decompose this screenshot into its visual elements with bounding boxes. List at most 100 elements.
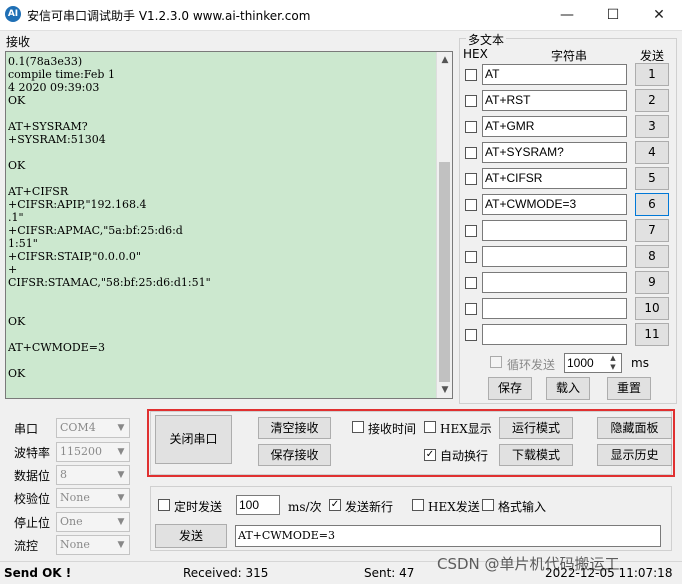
multi-text-value: AT+RST [485,93,531,107]
multi-text-value: AT+CWMODE=3 [485,197,577,211]
highlight-frame [147,409,675,477]
parity-value: None [60,491,90,504]
multi-text-value: AT+CIFSR [485,171,543,185]
multi-text-input[interactable] [482,272,627,293]
multi-send-button[interactable]: 10 [635,297,669,320]
hex-send-checkbox[interactable] [412,499,424,511]
port-select[interactable]: COM4 ▼ [56,418,130,438]
loop-unit-label: ms [631,356,649,370]
multi-text-value: AT+SYSRAM? [485,145,564,159]
multi-send-button[interactable]: 9 [635,271,669,294]
multi-send-button[interactable]: 4 [635,141,669,164]
hex-checkbox[interactable] [465,251,477,263]
scrollbar-thumb[interactable] [439,162,450,382]
close-icon[interactable]: ✕ [636,0,682,30]
receive-text: 0.1(78a3e33) compile time:Feb 1 4 2020 0… [8,55,211,380]
parity-select[interactable]: None ▼ [56,488,130,508]
hex-checkbox[interactable] [465,95,477,107]
send-button[interactable]: 发送 [155,524,227,548]
chevron-down-icon: ▼ [117,540,125,550]
timed-interval-input[interactable]: 100 [236,495,280,515]
hex-checkbox[interactable] [465,121,477,133]
multi-text-value: AT+GMR [485,119,535,133]
multi-text-input[interactable]: AT+CWMODE=3 [482,194,627,215]
hex-checkbox[interactable] [465,277,477,289]
chevron-down-icon: ▼ [117,470,125,480]
databits-value: 8 [60,468,67,481]
baud-value: 115200 [60,445,102,458]
loop-interval-value: 1000 [567,356,594,370]
hex-send-label: HEX发送 [428,500,480,514]
hex-checkbox[interactable] [465,199,477,211]
multi-send-button[interactable]: 7 [635,219,669,242]
multi-send-button[interactable]: 3 [635,115,669,138]
flow-select[interactable]: None ▼ [56,535,130,555]
flow-value: None [60,538,90,551]
loop-send-label: 循环发送 [507,358,556,372]
multi-text-input[interactable] [482,220,627,241]
multi-send-button[interactable]: 1 [635,63,669,86]
multi-text-input[interactable] [482,324,627,345]
received-count: Received: 315 [183,566,269,580]
chevron-down-icon: ▼ [117,423,125,433]
send-newline-checkbox[interactable] [329,499,341,511]
maximize-icon[interactable]: ☐ [590,0,636,30]
scroll-down-icon[interactable]: ▼ [437,382,453,398]
reset-multi-button[interactable]: 重置 [607,377,651,400]
multi-text-input[interactable]: AT [482,64,627,85]
send-newline-label: 发送新行 [345,500,394,514]
multi-text-input[interactable]: AT+SYSRAM? [482,142,627,163]
multi-text-value: AT [485,67,500,81]
chevron-down-icon: ▼ [117,517,125,527]
hex-checkbox[interactable] [465,225,477,237]
multi-send-button[interactable]: 6 [635,193,669,216]
send-status: Send OK ! [4,566,72,580]
timed-interval-unit: ms/次 [288,500,322,514]
multi-send-button[interactable]: 2 [635,89,669,112]
chevron-down-icon: ▼ [117,493,125,503]
receive-textarea[interactable]: 0.1(78a3e33) compile time:Feb 1 4 2020 0… [5,51,453,399]
multi-text-input[interactable] [482,246,627,267]
loop-interval-spinner-icon[interactable]: ▲ ▼ [606,354,620,372]
stopbits-value: One [60,515,83,528]
flow-label: 流控 [14,539,39,553]
multi-send-button[interactable]: 8 [635,245,669,268]
multi-text-input[interactable]: AT+GMR [482,116,627,137]
client-area: 接收 0.1(78a3e33) compile time:Feb 1 4 202… [0,30,682,561]
multi-send-button[interactable]: 11 [635,323,669,346]
send-column-header: 发送 [640,49,665,63]
window-title: 安信可串口调试助手 V1.2.3.0 www.ai-thinker.com [27,9,311,23]
stopbits-label: 停止位 [14,516,51,530]
title-bar: AI 安信可串口调试助手 V1.2.3.0 www.ai-thinker.com… [0,0,682,30]
send-input[interactable]: AT+CWMODE=3 [235,525,661,547]
hex-checkbox[interactable] [465,173,477,185]
databits-label: 数据位 [14,469,51,483]
hex-checkbox[interactable] [465,69,477,81]
scroll-up-icon[interactable]: ▲ [437,52,453,68]
multi-text-input[interactable]: AT+CIFSR [482,168,627,189]
multi-text-input[interactable] [482,298,627,319]
format-input-checkbox[interactable] [482,499,494,511]
send-input-value: AT+CWMODE=3 [238,529,335,542]
parity-label: 校验位 [14,492,51,506]
load-multi-button[interactable]: 载入 [546,377,590,400]
hex-checkbox[interactable] [465,147,477,159]
timed-interval-value: 100 [239,498,260,512]
hex-checkbox[interactable] [465,329,477,341]
multi-send-button[interactable]: 5 [635,167,669,190]
databits-select[interactable]: 8 ▼ [56,465,130,485]
multi-text-title: 多文本 [466,31,507,48]
receive-scrollbar[interactable]: ▲ ▼ [436,52,452,398]
multi-text-input[interactable]: AT+RST [482,90,627,111]
baud-select[interactable]: 115200 ▼ [56,442,130,462]
minimize-icon[interactable]: — [544,0,590,30]
hex-column-header: HEX [463,47,488,61]
sent-count: Sent: 47 [364,566,415,580]
timed-send-label: 定时发送 [174,500,223,514]
loop-send-checkbox[interactable] [490,356,502,368]
timed-send-checkbox[interactable] [158,499,170,511]
chevron-down-icon: ▼ [117,447,125,457]
hex-checkbox[interactable] [465,303,477,315]
save-multi-button[interactable]: 保存 [488,377,532,400]
stopbits-select[interactable]: One ▼ [56,512,130,532]
